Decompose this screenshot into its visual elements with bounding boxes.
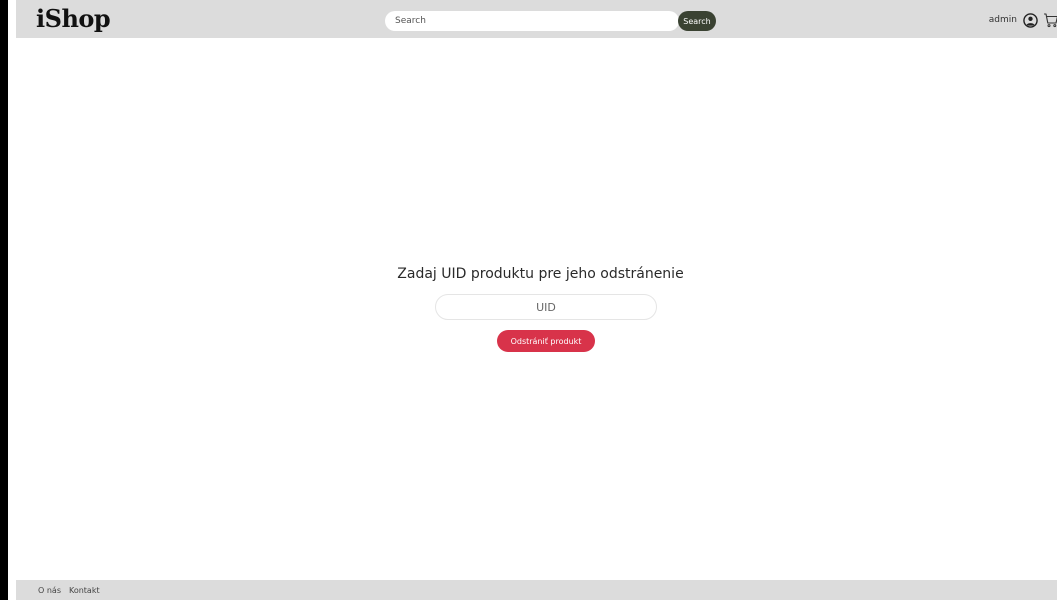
search-input[interactable]	[385, 11, 679, 31]
main-content: Zadaj UID produktu pre jeho odstránenie …	[16, 38, 1057, 580]
remove-product-button[interactable]: Odstrániť produkt	[497, 330, 595, 352]
shop-logo[interactable]: iShop	[36, 4, 111, 33]
page-title: Zadaj UID produktu pre jeho odstránenie	[397, 266, 684, 282]
cart-icon[interactable]	[1043, 12, 1057, 28]
search-button[interactable]: Search	[678, 11, 716, 31]
user-circle-icon[interactable]	[1022, 12, 1038, 28]
footer: O nás Kontakt	[16, 580, 1057, 600]
uid-input[interactable]	[435, 294, 657, 320]
top-navbar: iShop Search admin	[16, 0, 1057, 38]
app-window: iShop Search admin Zadaj UID pro	[0, 0, 1057, 600]
footer-link-about[interactable]: O nás	[38, 586, 61, 595]
username-link[interactable]: admin	[989, 15, 1017, 25]
user-area: admin	[989, 11, 1057, 29]
footer-link-contact[interactable]: Kontakt	[69, 586, 100, 595]
